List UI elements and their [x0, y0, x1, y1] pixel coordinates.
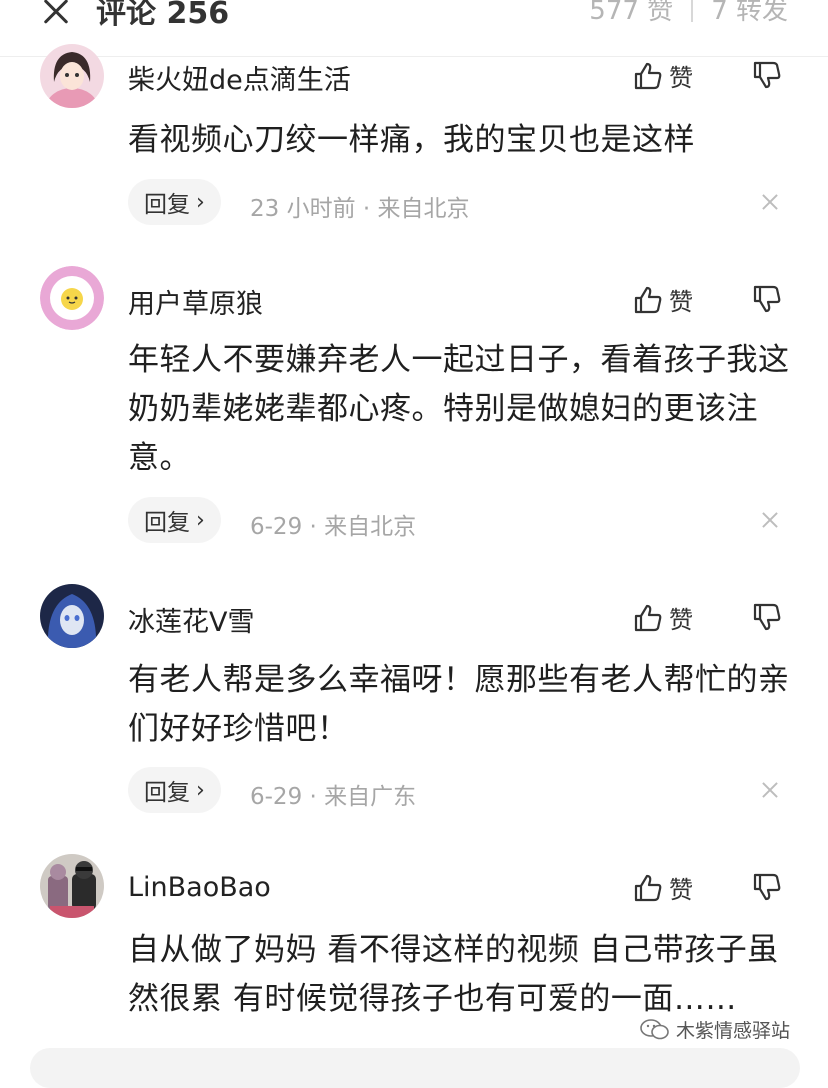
- dismiss-icon[interactable]: [760, 192, 780, 212]
- wechat-icon: [640, 1018, 669, 1039]
- chevron-right-icon: ›: [196, 777, 205, 803]
- like-label: 赞: [669, 606, 693, 634]
- comment-meta: 23 小时前 · 来自北京: [250, 196, 470, 222]
- comment-text: 看视频心刀绞一样痛，我的宝贝也是这样: [128, 122, 695, 158]
- thumbs-up-icon: [634, 874, 662, 901]
- reposts-count[interactable]: 7 转发: [711, 0, 788, 27]
- like-button[interactable]: 赞: [633, 58, 693, 93]
- avatar[interactable]: [40, 584, 104, 648]
- dislike-button[interactable]: [752, 60, 782, 94]
- thumbs-down-icon: [753, 61, 781, 89]
- comment-text: 年轻人不要嫌弃老人一起过日子，看着孩子我这奶奶辈姥姥辈都心疼。特别是做媳妇的更该…: [128, 342, 790, 476]
- like-label: 赞: [669, 876, 693, 904]
- reply-button[interactable]: 回复 ›: [128, 767, 221, 813]
- dislike-button[interactable]: [752, 872, 782, 906]
- comment-author[interactable]: 冰莲花V雪: [128, 600, 254, 639]
- dislike-button[interactable]: [752, 602, 782, 636]
- avatar[interactable]: [40, 266, 104, 330]
- header-stats: 577 赞 7 转发: [589, 0, 788, 27]
- dismiss-icon[interactable]: [760, 510, 780, 530]
- divider: [691, 0, 694, 22]
- thumbs-up-icon: [634, 62, 662, 89]
- reply-button[interactable]: 回复 ›: [128, 497, 221, 543]
- comment-meta: 6-29 · 来自广东: [250, 784, 417, 810]
- like-button[interactable]: 赞: [633, 282, 693, 317]
- reply-label: 回复: [144, 780, 190, 806]
- comment-text: 有老人帮是多么幸福呀！愿那些有老人帮忙的亲们好好珍惜吧！: [128, 662, 790, 747]
- like-button[interactable]: 赞: [633, 870, 693, 905]
- close-icon[interactable]: [38, 0, 74, 30]
- chevron-right-icon: ›: [196, 507, 205, 533]
- watermark: 木紫情感驿站: [640, 1016, 790, 1043]
- comment-author[interactable]: 柴火妞de点滴生活: [128, 58, 351, 97]
- comment-meta: 6-29 · 来自北京: [250, 514, 417, 540]
- dislike-button[interactable]: [752, 284, 782, 318]
- like-label: 赞: [669, 64, 693, 92]
- likes-count[interactable]: 577 赞: [589, 0, 673, 27]
- comment-input-bar[interactable]: [30, 1048, 800, 1088]
- thumbs-up-icon: [634, 286, 662, 313]
- watermark-text: 木紫情感驿站: [676, 1020, 791, 1042]
- comments-title: 评论 256: [96, 0, 230, 31]
- comment-text: 自从做了妈妈 看不得这样的视频 自己带孩子虽然很累 有时候觉得孩子也有可爱的一面…: [128, 932, 779, 1017]
- reply-label: 回复: [144, 510, 190, 536]
- comments-header: 评论 256 577 赞 7 转发: [0, 0, 828, 57]
- like-button[interactable]: 赞: [633, 600, 693, 635]
- thumbs-down-icon: [753, 285, 781, 313]
- avatar[interactable]: [40, 44, 104, 108]
- like-label: 赞: [669, 288, 693, 316]
- avatar[interactable]: [40, 854, 104, 918]
- comment-author[interactable]: 用户草原狼: [128, 282, 263, 321]
- thumbs-up-icon: [634, 604, 662, 631]
- dismiss-icon[interactable]: [760, 780, 780, 800]
- reply-label: 回复: [144, 192, 190, 218]
- thumbs-down-icon: [753, 873, 781, 901]
- thumbs-down-icon: [753, 603, 781, 631]
- chevron-right-icon: ›: [196, 189, 205, 215]
- reply-button[interactable]: 回复 ›: [128, 179, 221, 225]
- comment-author[interactable]: LinBaoBao: [128, 872, 271, 903]
